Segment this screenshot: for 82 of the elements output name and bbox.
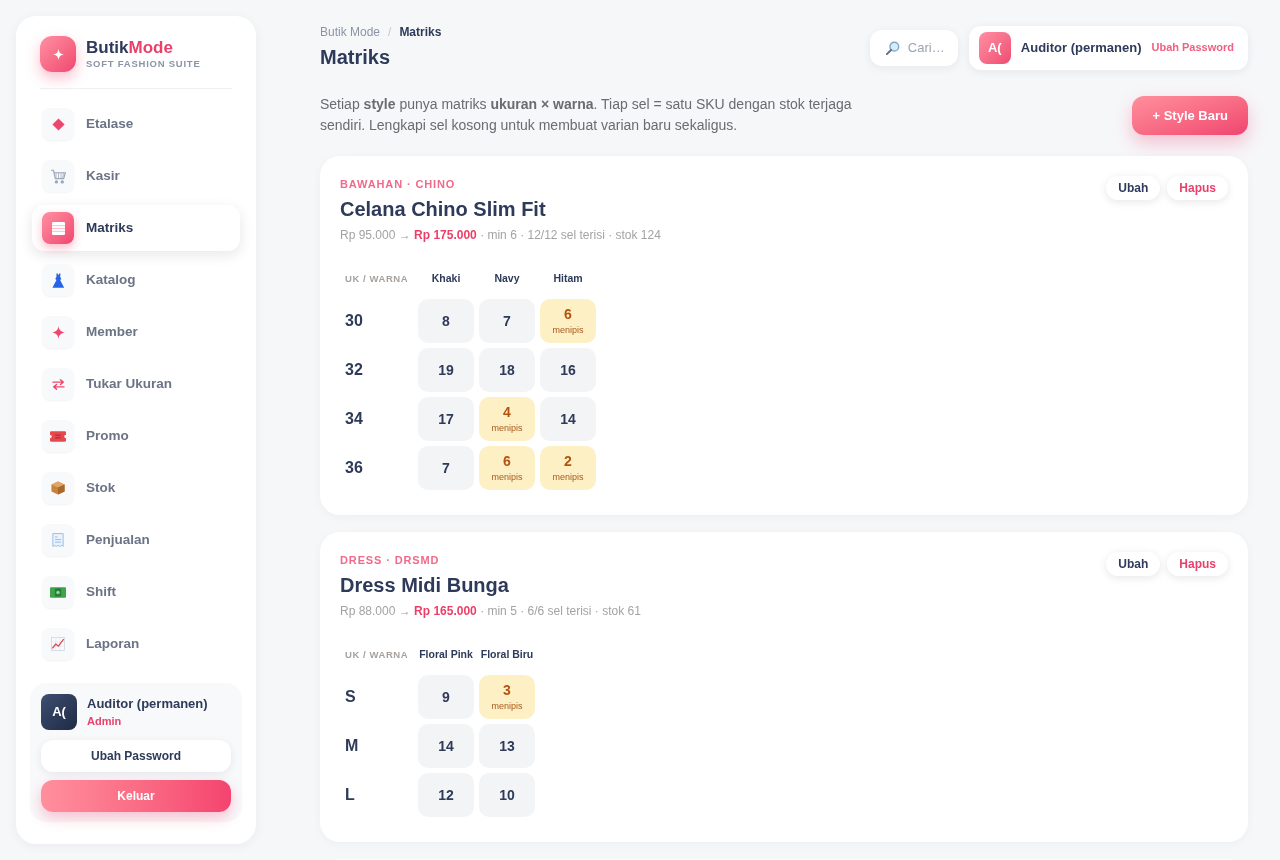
style-category: DRESS · DRSMD <box>340 553 441 568</box>
nav-item[interactable]: Shift <box>32 569 240 615</box>
brand-tagline: SOFT FASHION SUITE <box>86 58 201 70</box>
breadcrumb-current: Matriks <box>399 24 442 40</box>
nav-item[interactable]: Katalog <box>32 257 240 303</box>
nav-item[interactable]: Tukar Ukuran <box>32 361 240 407</box>
page-title: Matriks <box>320 45 392 70</box>
change-password-link[interactable]: Ubah Password <box>1151 39 1234 56</box>
size-label: 34 <box>345 409 364 429</box>
stock-cell[interactable]: 10 <box>479 773 535 817</box>
brand-name: ButikMode <box>86 38 174 58</box>
action-button[interactable]: Ubah Password <box>41 740 231 772</box>
stock-cell[interactable]: 12 <box>418 773 474 817</box>
stock-cell[interactable]: 6 menipis <box>540 299 596 343</box>
nav-item[interactable]: Member <box>32 309 240 355</box>
cart-icon <box>42 160 74 192</box>
sparkle-icon <box>42 316 74 348</box>
ticket-icon <box>42 420 74 452</box>
user-avatar: A( <box>978 31 1011 64</box>
stock-cell[interactable]: 7 <box>479 299 535 343</box>
stock-cell[interactable]: 3 menipis <box>479 675 535 719</box>
color-header: Floral Pink <box>418 647 474 663</box>
delete-button[interactable]: Hapus <box>1167 552 1228 576</box>
size-label: L <box>345 785 356 805</box>
stock-cell[interactable]: 13 <box>479 724 535 768</box>
nav-item[interactable]: Matriks <box>32 205 240 251</box>
size-label: M <box>345 736 360 756</box>
delete-button[interactable]: Hapus <box>1167 176 1228 200</box>
color-header: Khaki <box>430 271 462 287</box>
stock-cell[interactable]: 18 <box>479 348 535 392</box>
stock-cell[interactable]: 9 <box>418 675 474 719</box>
stock-cell[interactable]: 16 <box>540 348 596 392</box>
box-icon <box>42 472 74 504</box>
stock-cell[interactable]: 2 menipis <box>540 446 596 490</box>
stock-cell[interactable]: 14 <box>418 724 474 768</box>
sparkle-logo-icon <box>40 36 76 72</box>
nav-item[interactable]: Stok <box>32 465 240 511</box>
edit-button[interactable]: Ubah <box>1106 552 1161 576</box>
breadcrumb-link[interactable]: Butik Mode <box>320 24 381 40</box>
user-role: Admin <box>87 714 123 729</box>
stock-cell[interactable]: 8 <box>418 299 474 343</box>
price-summary: Rp 88.000 → Rp 165.000 · min 5 · 6/6 sel terisi · stok 61 <box>340 603 641 620</box>
size-label: S <box>345 687 357 707</box>
color-header: Navy <box>493 271 521 287</box>
nav-item[interactable]: Kasir <box>32 153 240 199</box>
table-icon <box>42 212 74 244</box>
color-header: Hitam <box>552 271 584 287</box>
size-label: 32 <box>345 360 364 380</box>
breadcrumb-separator: / <box>388 24 392 40</box>
size-label: 36 <box>345 458 364 478</box>
stock-cell[interactable]: 17 <box>418 397 474 441</box>
stock-cell[interactable]: 7 <box>418 446 474 490</box>
user-avatar: A( <box>41 694 77 730</box>
user-name: Auditor (permanen) <box>1020 38 1142 57</box>
action-button[interactable]: Keluar <box>41 780 231 812</box>
new-style-button[interactable]: + Style Baru <box>1132 96 1248 135</box>
stock-cell[interactable]: 4 menipis <box>479 397 535 441</box>
nav-item[interactable]: Promo <box>32 413 240 459</box>
nav-item[interactable]: Penjualan <box>32 517 240 563</box>
stock-cell[interactable]: 14 <box>540 397 596 441</box>
user-name: Auditor (permanen) <box>87 695 208 713</box>
swap-arrows-icon <box>42 368 74 400</box>
size-label: 30 <box>345 311 364 331</box>
nav-item[interactable]: Laporan <box>32 621 240 667</box>
price-summary: Rp 95.000 → Rp 175.000 · min 6 · 12/12 sel terisi · stok 124 <box>340 227 661 244</box>
color-header: Floral Biru <box>479 647 535 663</box>
stock-cell[interactable]: 6 menipis <box>479 446 535 490</box>
search-icon <box>885 40 900 55</box>
style-category: BAWAHAN · CHINO <box>340 177 457 192</box>
stock-cell[interactable]: 19 <box>418 348 474 392</box>
receipt-icon <box>42 524 74 556</box>
corner-header: UK / WARNA <box>345 271 410 286</box>
edit-button[interactable]: Ubah <box>1106 176 1161 200</box>
intro-text: Setiap style punya matriks ukuran × warna. Tiap sel = satu SKU dengan stok terjaga sendiri. Lengkapi sel kosong untuk membuat varian baru sekaligus. <box>320 95 853 135</box>
nav-item[interactable]: Etalase <box>32 101 240 147</box>
dress-icon <box>42 264 74 296</box>
style-name: Dress Midi Bunga <box>340 573 510 598</box>
banknote-icon <box>42 576 74 608</box>
search-field[interactable]: Cari… <box>869 29 958 66</box>
corner-header: UK / WARNA <box>345 647 410 662</box>
style-name: Celana Chino Slim Fit <box>340 197 547 222</box>
chart-icon <box>42 628 74 660</box>
